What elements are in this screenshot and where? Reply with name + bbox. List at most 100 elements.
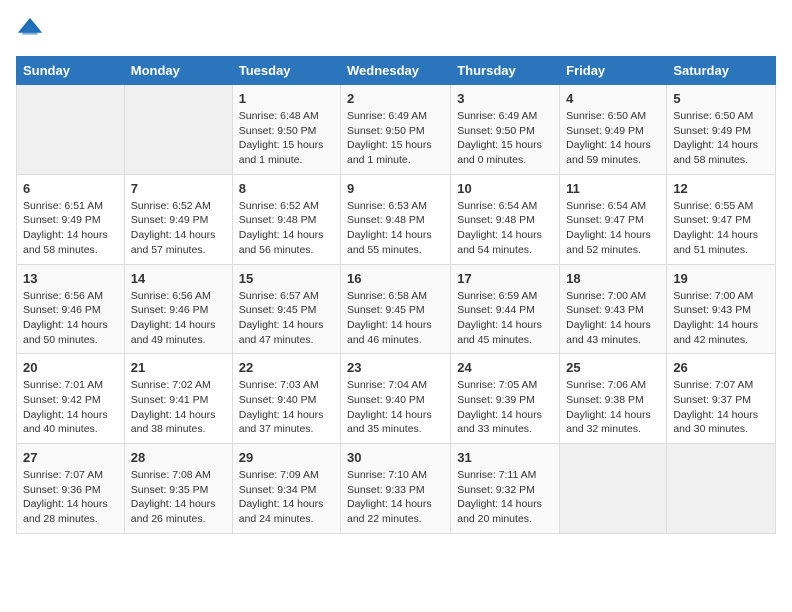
calendar-cell <box>17 85 125 175</box>
day-number: 11 <box>566 181 660 196</box>
day-info: Sunrise: 6:58 AM Sunset: 9:45 PM Dayligh… <box>347 289 444 348</box>
calendar-cell: 9 Sunrise: 6:53 AM Sunset: 9:48 PM Daylig… <box>341 174 451 264</box>
col-header-sunday: Sunday <box>17 57 125 85</box>
day-number: 12 <box>673 181 769 196</box>
calendar-header-row: SundayMondayTuesdayWednesdayThursdayFrid… <box>17 57 776 85</box>
day-info: Sunrise: 6:56 AM Sunset: 9:46 PM Dayligh… <box>23 289 118 348</box>
day-info: Sunrise: 7:00 AM Sunset: 9:43 PM Dayligh… <box>673 289 769 348</box>
day-info: Sunrise: 7:10 AM Sunset: 9:33 PM Dayligh… <box>347 468 444 527</box>
calendar-table: SundayMondayTuesdayWednesdayThursdayFrid… <box>16 56 776 534</box>
day-info: Sunrise: 6:56 AM Sunset: 9:46 PM Dayligh… <box>131 289 226 348</box>
day-info: Sunrise: 6:51 AM Sunset: 9:49 PM Dayligh… <box>23 199 118 258</box>
calendar-cell: 12 Sunrise: 6:55 AM Sunset: 9:47 PM Dayli… <box>667 174 776 264</box>
calendar-cell: 5Sunrise: 6:50 AM Sunset: 9:49 PM Daylig… <box>667 85 776 175</box>
day-info: Sunrise: 6:57 AM Sunset: 9:45 PM Dayligh… <box>239 289 334 348</box>
day-info: Sunrise: 7:09 AM Sunset: 9:34 PM Dayligh… <box>239 468 334 527</box>
day-number: 26 <box>673 360 769 375</box>
calendar-cell: 10 Sunrise: 6:54 AM Sunset: 9:48 PM Dayli… <box>451 174 560 264</box>
day-info: Sunrise: 6:52 AM Sunset: 9:49 PM Dayligh… <box>131 199 226 258</box>
calendar-cell: 7 Sunrise: 6:52 AM Sunset: 9:49 PM Daylig… <box>124 174 232 264</box>
calendar-week-row: 1 Sunrise: 6:48 AM Sunset: 9:50 PM Daylig… <box>17 85 776 175</box>
day-number: 6 <box>23 181 118 196</box>
day-info: Sunrise: 7:00 AM Sunset: 9:43 PM Dayligh… <box>566 289 660 348</box>
day-info: Sunrise: 6:54 AM Sunset: 9:47 PM Dayligh… <box>566 199 660 258</box>
col-header-tuesday: Tuesday <box>232 57 340 85</box>
day-number: 9 <box>347 181 444 196</box>
col-header-wednesday: Wednesday <box>341 57 451 85</box>
day-info: Sunrise: 6:50 AM Sunset: 9:49 PM Dayligh… <box>566 109 660 168</box>
day-info: Sunrise: 6:52 AM Sunset: 9:48 PM Dayligh… <box>239 199 334 258</box>
day-number: 24 <box>457 360 553 375</box>
calendar-cell: 8Sunrise: 6:52 AM Sunset: 9:48 PM Daylig… <box>232 174 340 264</box>
col-header-friday: Friday <box>560 57 667 85</box>
day-info: Sunrise: 6:48 AM Sunset: 9:50 PM Dayligh… <box>239 109 334 168</box>
calendar-cell: 22 Sunrise: 7:03 AM Sunset: 9:40 PM Dayli… <box>232 354 340 444</box>
day-number: 23 <box>347 360 444 375</box>
day-number: 16 <box>347 271 444 286</box>
calendar-cell: 2 Sunrise: 6:49 AM Sunset: 9:50 PM Daylig… <box>341 85 451 175</box>
logo-icon <box>16 16 44 44</box>
calendar-cell: 4 Sunrise: 6:50 AM Sunset: 9:49 PM Daylig… <box>560 85 667 175</box>
calendar-week-row: 20 Sunrise: 7:01 AM Sunset: 9:42 PM Dayli… <box>17 354 776 444</box>
calendar-cell: 20 Sunrise: 7:01 AM Sunset: 9:42 PM Dayli… <box>17 354 125 444</box>
day-number: 14 <box>131 271 226 286</box>
calendar-week-row: 6 Sunrise: 6:51 AM Sunset: 9:49 PM Daylig… <box>17 174 776 264</box>
day-info: Sunrise: 6:55 AM Sunset: 9:47 PM Dayligh… <box>673 199 769 258</box>
day-number: 4 <box>566 91 660 106</box>
day-number: 28 <box>131 450 226 465</box>
calendar-cell: 27 Sunrise: 7:07 AM Sunset: 9:36 PM Dayli… <box>17 444 125 534</box>
calendar-cell <box>667 444 776 534</box>
calendar-cell: 3 Sunrise: 6:49 AM Sunset: 9:50 PM Daylig… <box>451 85 560 175</box>
day-number: 30 <box>347 450 444 465</box>
day-number: 25 <box>566 360 660 375</box>
calendar-cell: 25 Sunrise: 7:06 AM Sunset: 9:38 PM Dayli… <box>560 354 667 444</box>
page-header <box>16 16 776 44</box>
day-number: 15 <box>239 271 334 286</box>
day-number: 22 <box>239 360 334 375</box>
day-number: 13 <box>23 271 118 286</box>
day-number: 31 <box>457 450 553 465</box>
calendar-cell: 15 Sunrise: 6:57 AM Sunset: 9:45 PM Dayli… <box>232 264 340 354</box>
col-header-monday: Monday <box>124 57 232 85</box>
day-info: Sunrise: 7:07 AM Sunset: 9:36 PM Dayligh… <box>23 468 118 527</box>
day-number: 2 <box>347 91 444 106</box>
day-number: 17 <box>457 271 553 286</box>
day-info: Sunrise: 7:08 AM Sunset: 9:35 PM Dayligh… <box>131 468 226 527</box>
day-info: Sunrise: 6:50 AM Sunset: 9:49 PM Dayligh… <box>673 109 769 168</box>
calendar-cell: 19 Sunrise: 7:00 AM Sunset: 9:43 PM Dayli… <box>667 264 776 354</box>
day-info: Sunrise: 7:11 AM Sunset: 9:32 PM Dayligh… <box>457 468 553 527</box>
day-number: 20 <box>23 360 118 375</box>
day-info: Sunrise: 6:54 AM Sunset: 9:48 PM Dayligh… <box>457 199 553 258</box>
calendar-cell: 11 Sunrise: 6:54 AM Sunset: 9:47 PM Dayli… <box>560 174 667 264</box>
day-info: Sunrise: 6:49 AM Sunset: 9:50 PM Dayligh… <box>347 109 444 168</box>
calendar-cell: 6 Sunrise: 6:51 AM Sunset: 9:49 PM Daylig… <box>17 174 125 264</box>
calendar-cell: 18 Sunrise: 7:00 AM Sunset: 9:43 PM Dayli… <box>560 264 667 354</box>
calendar-cell: 26 Sunrise: 7:07 AM Sunset: 9:37 PM Dayli… <box>667 354 776 444</box>
day-info: Sunrise: 6:59 AM Sunset: 9:44 PM Dayligh… <box>457 289 553 348</box>
calendar-cell: 14 Sunrise: 6:56 AM Sunset: 9:46 PM Dayli… <box>124 264 232 354</box>
calendar-week-row: 13 Sunrise: 6:56 AM Sunset: 9:46 PM Dayli… <box>17 264 776 354</box>
day-number: 10 <box>457 181 553 196</box>
day-info: Sunrise: 7:06 AM Sunset: 9:38 PM Dayligh… <box>566 378 660 437</box>
calendar-cell: 1 Sunrise: 6:48 AM Sunset: 9:50 PM Daylig… <box>232 85 340 175</box>
calendar-cell: 16 Sunrise: 6:58 AM Sunset: 9:45 PM Dayli… <box>341 264 451 354</box>
calendar-cell: 30 Sunrise: 7:10 AM Sunset: 9:33 PM Dayli… <box>341 444 451 534</box>
day-number: 3 <box>457 91 553 106</box>
calendar-cell: 17 Sunrise: 6:59 AM Sunset: 9:44 PM Dayli… <box>451 264 560 354</box>
day-info: Sunrise: 7:07 AM Sunset: 9:37 PM Dayligh… <box>673 378 769 437</box>
calendar-cell <box>124 85 232 175</box>
day-number: 1 <box>239 91 334 106</box>
calendar-cell: 13 Sunrise: 6:56 AM Sunset: 9:46 PM Dayli… <box>17 264 125 354</box>
day-number: 18 <box>566 271 660 286</box>
day-info: Sunrise: 7:02 AM Sunset: 9:41 PM Dayligh… <box>131 378 226 437</box>
day-info: Sunrise: 6:49 AM Sunset: 9:50 PM Dayligh… <box>457 109 553 168</box>
day-number: 29 <box>239 450 334 465</box>
day-info: Sunrise: 7:03 AM Sunset: 9:40 PM Dayligh… <box>239 378 334 437</box>
day-number: 27 <box>23 450 118 465</box>
day-number: 19 <box>673 271 769 286</box>
day-number: 7 <box>131 181 226 196</box>
calendar-cell: 24Sunrise: 7:05 AM Sunset: 9:39 PM Dayli… <box>451 354 560 444</box>
day-info: Sunrise: 7:04 AM Sunset: 9:40 PM Dayligh… <box>347 378 444 437</box>
day-info: Sunrise: 6:53 AM Sunset: 9:48 PM Dayligh… <box>347 199 444 258</box>
day-info: Sunrise: 7:01 AM Sunset: 9:42 PM Dayligh… <box>23 378 118 437</box>
